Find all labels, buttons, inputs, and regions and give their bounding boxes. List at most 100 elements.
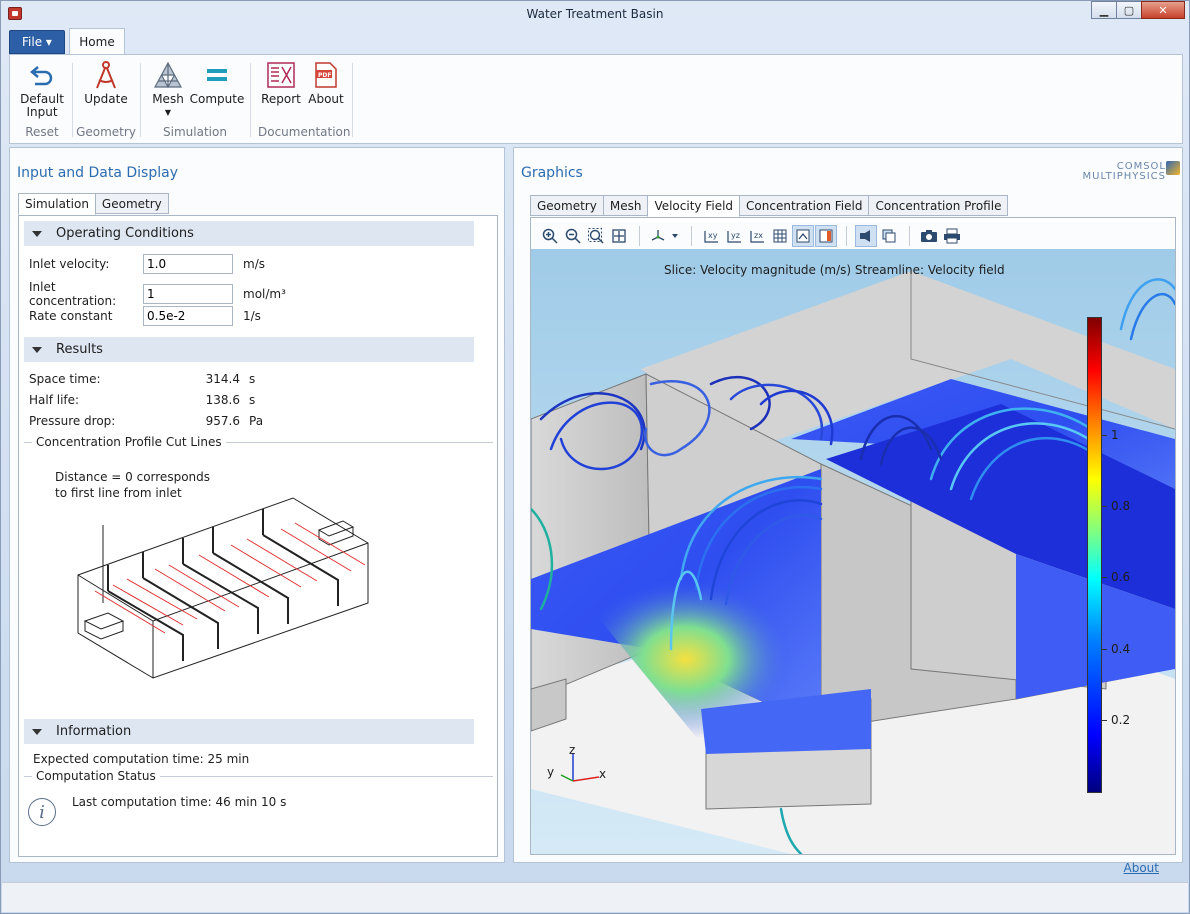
field-unit: 1/s — [243, 309, 261, 323]
app-window: Water Treatment Basin ▁ ▢ ✕ File ▾ Home … — [0, 0, 1190, 914]
panel-title-graphics: Graphics — [521, 165, 583, 181]
inlet-concentration-input[interactable] — [143, 284, 233, 304]
compute-label: Compute — [189, 92, 245, 106]
tab-simulation[interactable]: Simulation — [18, 193, 96, 215]
tab-concentration-profile[interactable]: Concentration Profile — [868, 195, 1009, 216]
compute-button[interactable]: Compute — [190, 59, 244, 106]
inlet-concentration-row: Inlet concentration: mol/m³ — [29, 280, 286, 308]
result-row: Pressure drop: 957.6 Pa — [29, 414, 263, 428]
cut-lines-group-label: Concentration Profile Cut Lines — [32, 435, 226, 449]
colorbar-label: 1 — [1111, 428, 1119, 442]
field-unit: m/s — [243, 257, 265, 271]
tab-geometry[interactable]: Geometry — [94, 193, 169, 214]
maximize-button[interactable]: ▢ — [1116, 1, 1142, 19]
axis-label-y: y — [547, 765, 555, 779]
graphics-toolbar: xy yz zx — [531, 222, 1175, 249]
axis-label-z: z — [569, 743, 576, 757]
colorbar-label: 0.2 — [1111, 713, 1131, 727]
color-legend-bar — [1087, 317, 1102, 793]
equals-icon — [201, 59, 233, 91]
colorbar-label: 0.6 — [1111, 570, 1131, 584]
input-data-panel: Input and Data Display Simulation Geomet… — [9, 147, 505, 863]
home-tab[interactable]: Home — [69, 28, 125, 54]
legend-icon[interactable] — [792, 224, 814, 247]
section-information[interactable]: Information — [24, 719, 474, 744]
result-unit: s — [249, 393, 256, 407]
result-row: Half life: 138.6 s — [29, 393, 255, 407]
yz-view-icon[interactable]: yz — [723, 225, 745, 247]
minimize-button[interactable]: ▁ — [1091, 1, 1117, 19]
tab-velocity-field[interactable]: Velocity Field — [647, 195, 741, 217]
update-label: Update — [84, 92, 128, 106]
comsol-logo: COMSOL MULTIPHYSICS — [1083, 162, 1166, 182]
panel-title-input: Input and Data Display — [17, 165, 178, 181]
colorbar-icon[interactable] — [815, 224, 837, 247]
section-title: Results — [56, 342, 103, 357]
zoom-in-icon[interactable] — [539, 225, 561, 247]
mesh-dropdown-icon[interactable]: ▼ — [165, 106, 171, 119]
grid-icon[interactable] — [769, 225, 791, 247]
status-bar — [2, 882, 1188, 912]
mesh-icon — [152, 59, 184, 91]
zoom-out-icon[interactable] — [562, 225, 584, 247]
zx-view-icon[interactable]: zx — [746, 225, 768, 247]
colorbar-label: 0.8 — [1111, 499, 1131, 513]
default-input-button[interactable]: Default Input — [16, 59, 68, 119]
zoom-box-icon[interactable] — [585, 225, 607, 247]
section-operating-conditions[interactable]: Operating Conditions — [24, 221, 474, 246]
svg-text:xy: xy — [708, 231, 718, 240]
result-value: 957.6 — [205, 414, 240, 428]
result-value: 314.4 — [205, 372, 240, 386]
scene-light-icon[interactable] — [855, 224, 877, 247]
axes-orientation-icon[interactable] — [648, 225, 682, 247]
pdf-icon: PDF — [310, 59, 342, 91]
comsol-logo-icon — [1166, 161, 1180, 175]
result-value: 138.6 — [205, 393, 240, 407]
xy-view-icon[interactable]: xy — [700, 225, 722, 247]
result-row: Space time: 314.4 s — [29, 372, 255, 386]
velocity-field-render — [531, 249, 1175, 854]
rate-constant-input[interactable] — [143, 306, 233, 326]
update-button[interactable]: Update — [82, 59, 130, 106]
section-results[interactable]: Results — [24, 337, 474, 362]
group-label-reset: Reset — [25, 125, 59, 139]
rate-constant-row: Rate constant 1/s — [29, 306, 261, 326]
field-label: Inlet velocity: — [29, 257, 110, 271]
svg-text:zx: zx — [754, 231, 763, 240]
3d-plot-canvas[interactable]: Slice: Velocity magnitude (m/s) Streamli… — [531, 249, 1175, 854]
collapse-triangle-icon — [32, 230, 42, 237]
collapse-triangle-icon — [32, 728, 42, 735]
default-input-label: Default Input — [20, 92, 64, 119]
print-icon[interactable] — [941, 225, 963, 247]
file-menu-tab[interactable]: File ▾ — [9, 30, 65, 54]
colorbar-tick — [1102, 649, 1107, 650]
inlet-velocity-input[interactable] — [143, 254, 233, 274]
result-unit: s — [249, 372, 256, 386]
tab-mesh-view[interactable]: Mesh — [602, 195, 649, 216]
report-button[interactable]: Report — [260, 59, 302, 106]
report-label: Report — [261, 92, 301, 106]
last-computation-time: Last computation time: 46 min 10 s — [72, 795, 287, 809]
result-label: Pressure drop: — [29, 414, 116, 428]
cut-lines-diagram: Distance = 0 corresponds to first line f… — [23, 453, 443, 713]
simulation-form: Operating Conditions Inlet velocity: m/s… — [18, 215, 498, 857]
inlet-velocity-row: Inlet velocity: m/s — [29, 254, 265, 274]
camera-icon[interactable] — [918, 225, 940, 247]
colorbar-tick — [1102, 435, 1107, 436]
about-button[interactable]: PDF About — [306, 59, 346, 106]
tab-geometry-view[interactable]: Geometry — [530, 195, 604, 216]
tab-concentration-field[interactable]: Concentration Field — [739, 195, 870, 216]
graphics-window: xy yz zx Slice: Velocity magnitude (m/s)… — [530, 217, 1176, 855]
axis-label-x: x — [599, 767, 607, 781]
window-title: Water Treatment Basin — [526, 7, 664, 21]
field-label: Inlet concentration: — [29, 280, 117, 308]
result-label: Half life: — [29, 393, 80, 407]
transparency-icon[interactable] — [878, 225, 900, 247]
close-button[interactable]: ✕ — [1141, 1, 1185, 19]
mesh-button[interactable]: Mesh ▼ — [150, 59, 186, 119]
mesh-label: Mesh — [152, 92, 184, 106]
colorbar-label: 0.4 — [1111, 642, 1131, 656]
basin-schematic — [77, 497, 369, 679]
zoom-extents-icon[interactable] — [608, 225, 630, 247]
about-link[interactable]: About — [1124, 861, 1159, 875]
